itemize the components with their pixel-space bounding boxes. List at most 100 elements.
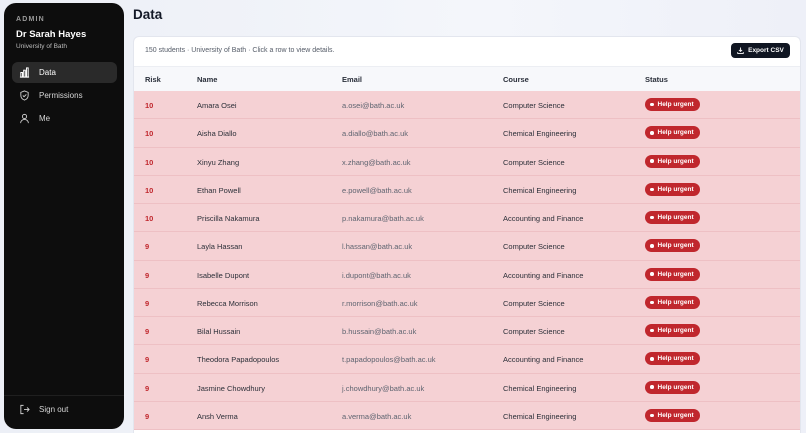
status-dot-icon (650, 385, 654, 389)
sign-out-button[interactable]: Sign out (19, 404, 68, 415)
column-header-risk[interactable]: Risk (145, 75, 161, 84)
student-email: p.nakamura@bath.ac.uk (342, 214, 424, 223)
table-row[interactable]: 9 Ansh Verma a.verma@bath.ac.uk Chemical En… (134, 401, 800, 430)
column-header-status[interactable]: Status (645, 75, 668, 84)
table-row[interactable]: 9 Theodora Papadopoulos t.papadopoulos@bat… (134, 345, 800, 374)
student-name: Ethan Powell (197, 185, 241, 195)
table-row[interactable]: 9 Layla Hassan l.hassan@bath.ac.uk Computer… (134, 232, 800, 261)
status-label: Help urgent (657, 411, 694, 419)
student-course: Accounting and Finance (503, 355, 584, 365)
status-dot-icon (650, 300, 654, 304)
table-row[interactable]: 9 Rebecca Morrison r.morrison@bath.ac.uk Co… (134, 288, 800, 317)
table-row[interactable]: 10 Aisha Diallo a.diallo@bath.ac.uk Chemica… (134, 119, 800, 148)
status-dot-icon (650, 215, 654, 220)
table-body: 10 Amara Osei a.osei@bath.ac.uk Computer Sc… (134, 91, 800, 430)
export-csv-button[interactable]: Export CSV (731, 43, 790, 58)
risk-score: 10 (145, 129, 154, 139)
student-email: j.chowdhury@bath.ac.uk (342, 383, 425, 393)
status-badge: Help urgent (645, 182, 700, 196)
student-course: Chemical Engineering (503, 411, 577, 421)
status-dot-icon (650, 159, 654, 163)
status-dot-icon (650, 102, 654, 107)
download-icon (737, 47, 744, 54)
student-course: Computer Science (503, 327, 565, 336)
sidebar-item-permissions[interactable]: Permissions (12, 85, 117, 106)
table-row[interactable]: 10 Amara Osei a.osei@bath.ac.uk Computer Sc… (134, 91, 800, 120)
student-name: Isabelle Dupont (197, 270, 250, 280)
risk-score: 10 (145, 185, 154, 195)
status-dot-icon (650, 328, 654, 333)
student-name: Layla Hassan (197, 242, 243, 252)
page-title: Data (133, 7, 163, 22)
status-badge: Help urgent (645, 380, 700, 394)
student-name: Bilal Hussain (197, 327, 241, 336)
student-name: Jasmine Chowdhury (197, 383, 265, 393)
student-name: Priscilla Nakamura (197, 214, 260, 223)
sidebar: ADMIN Dr Sarah Hayes University of Bath … (4, 3, 124, 429)
status-badge: Help urgent (645, 98, 700, 111)
risk-score: 10 (145, 157, 154, 167)
status-dot-icon (650, 272, 654, 276)
sidebar-item-me[interactable]: Me (12, 108, 117, 129)
risk-score: 9 (145, 242, 150, 252)
status-label: Help urgent (657, 129, 694, 137)
sidebar-item-data[interactable]: Data (12, 62, 117, 83)
status-badge: Help urgent (645, 267, 700, 281)
status-dot-icon (650, 413, 654, 417)
student-name: Theodora Papadopoulos (197, 355, 280, 365)
status-label: Help urgent (657, 157, 694, 165)
sidebar-divider (4, 395, 124, 396)
student-email: e.powell@bath.ac.uk (342, 185, 412, 195)
risk-score: 9 (145, 270, 150, 280)
sign-out-label: Sign out (39, 405, 69, 414)
student-email: x.zhang@bath.ac.uk (342, 157, 411, 167)
sidebar-item-label: Permissions (39, 91, 83, 100)
sign-out-icon (20, 404, 30, 415)
risk-score: 9 (145, 383, 150, 393)
risk-score: 9 (145, 411, 150, 421)
status-dot-icon (650, 357, 654, 361)
risk-score: 9 (145, 298, 150, 308)
student-course: Accounting and Finance (503, 270, 584, 280)
student-email: l.hassan@bath.ac.uk (342, 242, 413, 252)
column-header-name[interactable]: Name (197, 75, 217, 84)
status-badge: Help urgent (645, 154, 700, 168)
shield-icon (20, 90, 29, 101)
status-badge: Help urgent (645, 126, 700, 140)
status-label: Help urgent (657, 383, 694, 391)
column-header-email[interactable]: Email (342, 75, 362, 84)
table-row[interactable]: 10 Xinyu Zhang x.zhang@bath.ac.uk Computer … (134, 147, 800, 176)
student-course: Computer Science (503, 242, 565, 252)
column-header-course[interactable]: Course (503, 75, 529, 84)
student-email: a.diallo@bath.ac.uk (342, 129, 408, 139)
sidebar-item-label: Me (39, 114, 51, 123)
status-dot-icon (650, 131, 654, 135)
table-header: Risk Name Email Course Status (134, 66, 800, 91)
user-university: University of Bath (16, 43, 67, 50)
status-badge: Help urgent (645, 239, 700, 253)
risk-score: 10 (145, 101, 154, 110)
status-dot-icon (650, 244, 654, 248)
table-row[interactable]: 9 Bilal Hussain b.hussain@bath.ac.uk Comput… (134, 317, 800, 346)
status-badge: Help urgent (645, 352, 700, 366)
status-label: Help urgent (657, 327, 694, 334)
table-row[interactable]: 10 Ethan Powell e.powell@bath.ac.uk Chemica… (134, 175, 800, 204)
user-name: Dr Sarah Hayes (16, 29, 87, 40)
status-label: Help urgent (657, 355, 694, 363)
student-course: Computer Science (503, 157, 565, 167)
status-badge: Help urgent (645, 295, 700, 309)
student-email: a.osei@bath.ac.uk (342, 101, 405, 110)
status-label: Help urgent (657, 298, 694, 306)
student-name: Amara Osei (197, 101, 237, 110)
risk-score: 9 (145, 327, 150, 336)
status-label: Help urgent (657, 101, 694, 108)
table-row[interactable]: 9 Isabelle Dupont i.dupont@bath.ac.uk Accou… (134, 260, 800, 289)
status-badge: Help urgent (645, 211, 700, 224)
student-course: Computer Science (503, 101, 565, 110)
sidebar-item-label: Data (39, 68, 56, 77)
export-csv-label: Export CSV (748, 47, 784, 54)
student-course: Accounting and Finance (503, 214, 584, 223)
table-row[interactable]: 9 Jasmine Chowdhury j.chowdhury@bath.ac.uk… (134, 373, 800, 402)
table-row[interactable]: 10 Priscilla Nakamura p.nakamura@bath.ac.u… (134, 204, 800, 233)
status-label: Help urgent (657, 185, 694, 193)
